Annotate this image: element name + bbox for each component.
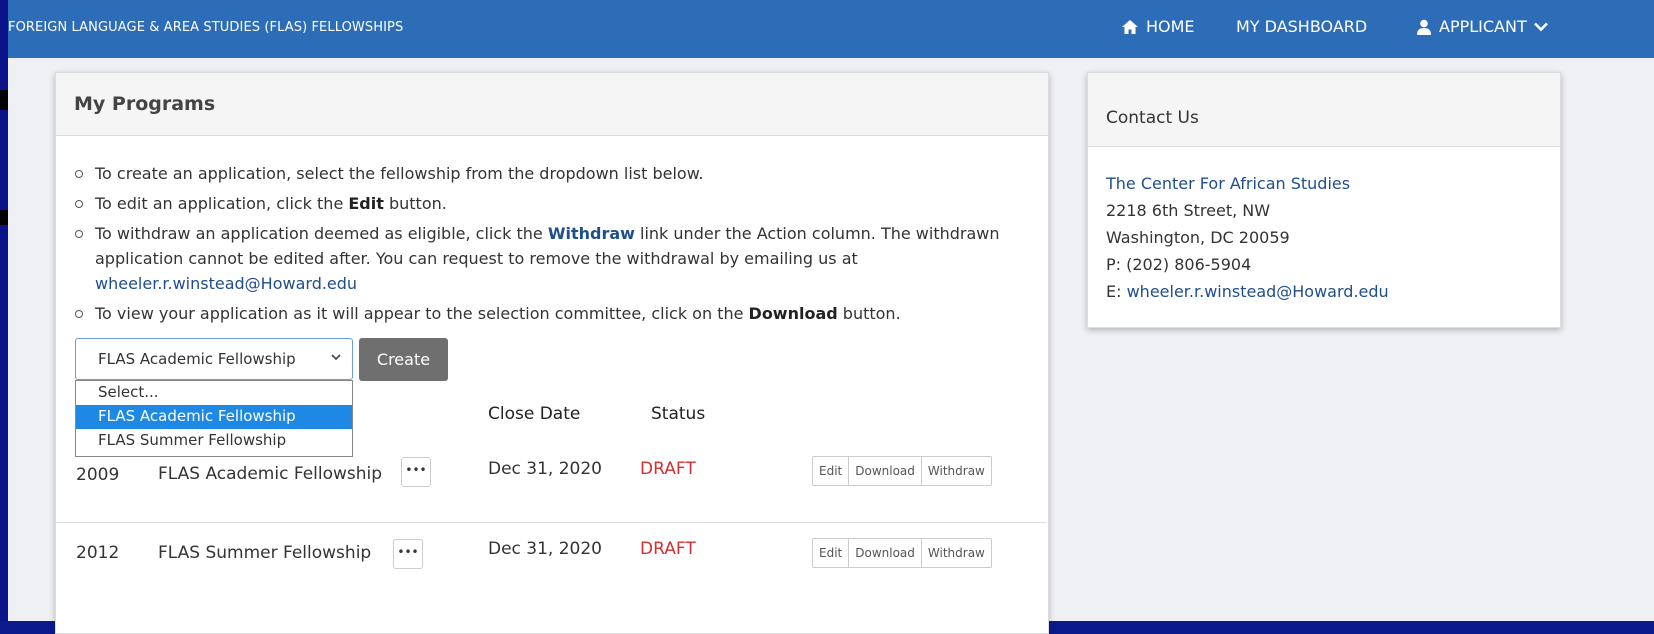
chevron-down-icon <box>1533 22 1548 31</box>
user-icon <box>1417 19 1431 35</box>
contact-address-line: Washington, DC 20059 <box>1106 228 1290 247</box>
edit-keyword: Edit <box>348 194 384 213</box>
row-close-date: Dec 31, 2020 <box>488 539 603 559</box>
withdraw-button[interactable]: Withdraw <box>922 457 991 485</box>
edit-button[interactable]: Edit <box>813 539 850 567</box>
row-close-date: Dec 31, 2020 <box>488 459 603 479</box>
fellowship-select[interactable]: FLAS Academic Fellowship <box>75 338 353 380</box>
download-button[interactable]: Download <box>849 457 922 485</box>
fellowship-dropdown-list: Select... FLAS Academic Fellowship FLAS … <box>75 380 353 457</box>
nav-applicant-label: APPLICANT <box>1439 17 1527 36</box>
row-status: DRAFT <box>640 459 696 479</box>
more-options-button[interactable]: ••• <box>393 539 423 569</box>
row-program-name: FLAS Summer Fellowship <box>158 543 372 563</box>
select-value: FLAS Academic Fellowship <box>98 350 296 368</box>
contact-title: Contact Us <box>1106 108 1199 128</box>
nav-home-link[interactable]: HOME <box>1121 17 1195 36</box>
row-action-group: Edit Download Withdraw <box>812 538 992 568</box>
dropdown-option[interactable]: Select... <box>76 381 352 405</box>
column-header-status: Status <box>651 404 706 424</box>
nav-applicant-menu[interactable]: APPLICANT <box>1416 17 1548 36</box>
brand-title[interactable]: FOREIGN LANGUAGE & AREA STUDIES (FLAS) F… <box>8 20 403 35</box>
table-row: 2012 FLAS Summer Fellowship ••• Dec 31, … <box>56 523 1046 593</box>
download-keyword: Download <box>748 304 838 323</box>
download-button[interactable]: Download <box>849 539 922 567</box>
instruction-item: To edit an application, click the Edit b… <box>73 191 1033 216</box>
contact-org-link[interactable]: The Center For African Studies <box>1106 170 1389 197</box>
nav-dashboard-link[interactable]: MY DASHBOARD <box>1236 17 1367 36</box>
chevron-down-icon <box>331 354 341 361</box>
contact-address-line: 2218 6th Street, NW <box>1106 201 1271 220</box>
row-action-group: Edit Download Withdraw <box>812 456 992 486</box>
contact-email-row: E: wheeler.r.winstead@Howard.edu <box>1106 282 1389 301</box>
instructions-list: To create an application, select the fel… <box>73 161 1033 331</box>
contact-panel: Contact Us The Center For African Studie… <box>1087 72 1561 328</box>
dropdown-option-selected[interactable]: FLAS Academic Fellowship <box>76 405 352 429</box>
home-icon <box>1122 19 1138 34</box>
email-link[interactable]: wheeler.r.winstead@Howard.edu <box>95 274 357 293</box>
instruction-item: To create an application, select the fel… <box>73 161 1033 186</box>
withdraw-button[interactable]: Withdraw <box>922 539 991 567</box>
window-edge <box>0 0 8 621</box>
nav-home-label: HOME <box>1146 17 1195 36</box>
panel-title: My Programs <box>74 93 216 115</box>
column-header-close-date: Close Date <box>488 404 581 424</box>
dropdown-option[interactable]: FLAS Summer Fellowship <box>76 429 352 453</box>
contact-email-link[interactable]: wheeler.r.winstead@Howard.edu <box>1127 282 1389 301</box>
withdraw-keyword: Withdraw <box>547 224 635 243</box>
more-options-button[interactable]: ••• <box>401 457 431 487</box>
row-year: 2009 <box>76 465 120 485</box>
row-status: DRAFT <box>640 539 696 559</box>
page: FOREIGN LANGUAGE & AREA STUDIES (FLAS) F… <box>0 0 1654 634</box>
row-program-name: FLAS Academic Fellowship <box>158 464 383 484</box>
contact-phone: P: (202) 806-5904 <box>1106 255 1252 274</box>
top-navbar: FOREIGN LANGUAGE & AREA STUDIES (FLAS) F… <box>0 0 1654 58</box>
instruction-item: To view your application as it will appe… <box>73 301 1033 326</box>
create-button[interactable]: Create <box>359 338 448 381</box>
instruction-item: To withdraw an application deemed as eli… <box>73 221 1033 296</box>
contact-body: The Center For African Studies 2218 6th … <box>1106 170 1389 305</box>
edit-button[interactable]: Edit <box>813 457 850 485</box>
row-year: 2012 <box>76 543 120 563</box>
